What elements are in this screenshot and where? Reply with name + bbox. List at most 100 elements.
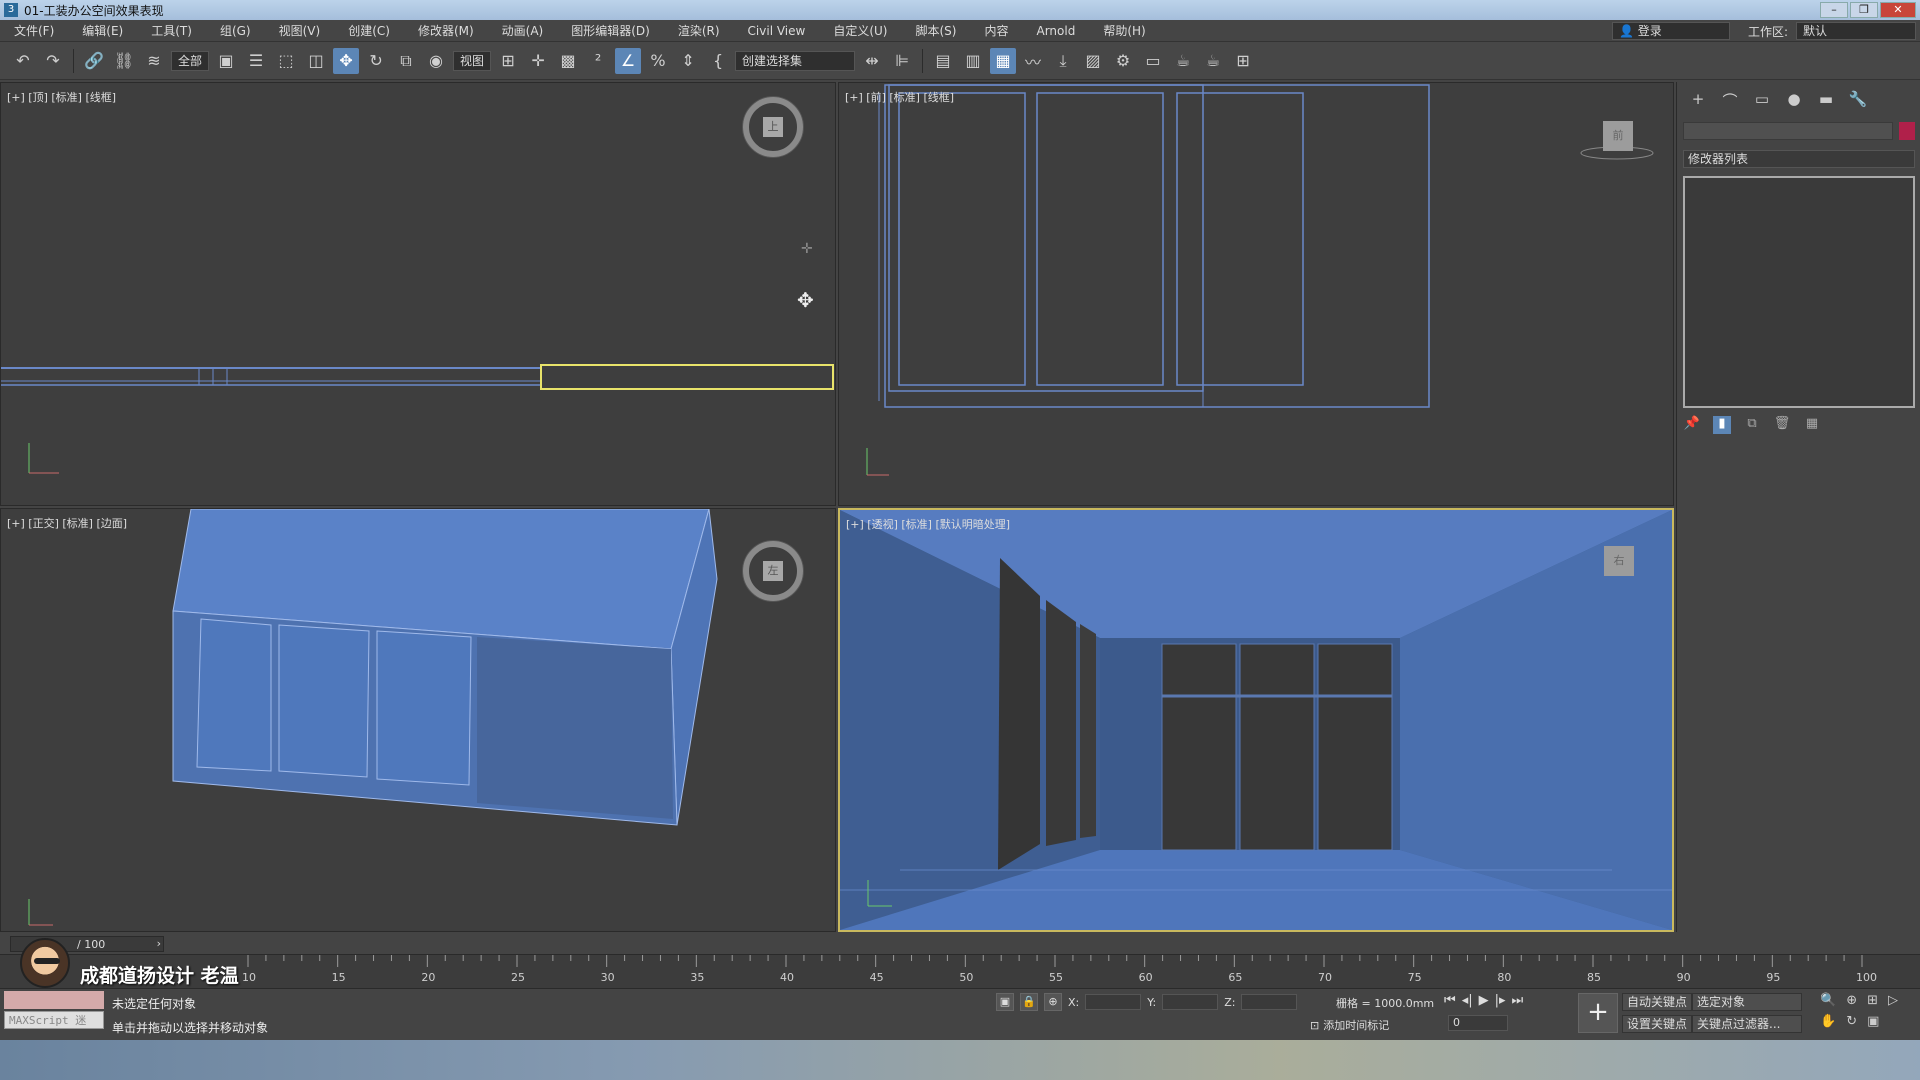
modifier-list-dropdown[interactable]: 修改器列表	[1683, 150, 1915, 168]
key-filters-button[interactable]: 关键点过滤器...	[1692, 1015, 1802, 1033]
keyboard-shortcut-icon[interactable]: ▩	[555, 48, 581, 74]
viewport-label[interactable]: [+] [前] [标准] [线框]	[845, 89, 954, 105]
go-to-end-icon[interactable]: ⏭	[1512, 993, 1524, 1008]
make-unique-icon[interactable]: ⧉	[1743, 416, 1761, 434]
isolate-selection-icon[interactable]: ▣	[996, 993, 1014, 1011]
scale-icon[interactable]: ⧉	[393, 48, 419, 74]
unlink-icon[interactable]: ⛓	[111, 48, 137, 74]
maxscript-listener-output[interactable]	[4, 991, 104, 1009]
lock-selection-icon[interactable]: 🔒	[1020, 993, 1038, 1011]
placement-icon[interactable]: ◉	[423, 48, 449, 74]
orbit-icon[interactable]: ↻	[1846, 1014, 1857, 1029]
viewcube-face[interactable]: 上	[763, 117, 783, 137]
next-frame-icon[interactable]: |▸	[1495, 993, 1506, 1008]
menu-create[interactable]: 创建(C)	[334, 22, 404, 39]
set-key-big-button[interactable]: +	[1578, 993, 1618, 1033]
select-by-name-icon[interactable]: ☰	[243, 48, 269, 74]
percent-snap-icon[interactable]: %	[645, 48, 671, 74]
configure-sets-icon[interactable]: ▦	[1803, 416, 1821, 434]
render-frame-icon[interactable]: ▭	[1140, 48, 1166, 74]
align-icon[interactable]: ⊫	[889, 48, 915, 74]
dope-sheet-icon[interactable]: ⤓	[1050, 48, 1076, 74]
z-coordinate-field[interactable]	[1241, 994, 1298, 1010]
zoom-all-icon[interactable]: ⊕	[1846, 993, 1857, 1008]
maxscript-mini-listener[interactable]: MAXScript 迷	[4, 1011, 104, 1029]
viewport-label[interactable]: [+] [透视] [标准] [默认明暗处理]	[846, 516, 1010, 532]
menu-file[interactable]: 文件(F)	[0, 22, 68, 39]
render-icon[interactable]: ☕	[1170, 48, 1196, 74]
menu-scripting[interactable]: 脚本(S)	[901, 22, 970, 39]
motion-tab-icon[interactable]: ●	[1783, 90, 1805, 110]
menu-tools[interactable]: 工具(T)	[137, 22, 206, 39]
previous-frame-icon[interactable]: ◂|	[1462, 993, 1473, 1008]
modify-tab-icon[interactable]: ⌒	[1719, 90, 1741, 110]
close-button[interactable]: ✕	[1880, 2, 1916, 18]
set-key-button[interactable]: 设置关键点	[1622, 1015, 1693, 1033]
manipulate-icon[interactable]: ✛	[525, 48, 551, 74]
snap-icon[interactable]: ²	[585, 48, 611, 74]
absolute-mode-icon[interactable]: ⊕	[1044, 993, 1062, 1011]
maximize-viewport-icon[interactable]: ▣	[1867, 1014, 1879, 1029]
y-coordinate-field[interactable]	[1162, 994, 1219, 1010]
display-tab-icon[interactable]: ▬	[1815, 90, 1837, 110]
viewport-label[interactable]: [+] [正交] [标准] [边面]	[7, 515, 127, 531]
arnold-icon[interactable]: ⊞	[1230, 48, 1256, 74]
edit-named-sets-icon[interactable]: {	[705, 48, 731, 74]
utilities-tab-icon[interactable]: 🔧	[1847, 90, 1869, 110]
workspace-dropdown[interactable]: 默认	[1796, 22, 1916, 40]
spinner-snap-icon[interactable]: ⇕	[675, 48, 701, 74]
rotate-icon[interactable]: ↻	[363, 48, 389, 74]
key-mode-dropdown[interactable]: 选定对象	[1692, 993, 1802, 1011]
time-tag[interactable]: ⊡ 添加时间标记	[1310, 1017, 1389, 1033]
menu-edit[interactable]: 编辑(E)	[68, 22, 137, 39]
menu-animation[interactable]: 动画(A)	[488, 22, 558, 39]
track-bar[interactable]: 10 15 20 25 30 35 40 45 50 55 60 65 70 75 80 85 90 95 100	[0, 954, 1920, 988]
link-icon[interactable]: 🔗	[81, 48, 107, 74]
menu-group[interactable]: 组(G)	[206, 22, 265, 39]
angle-snap-icon[interactable]: ∠	[615, 47, 642, 74]
mirror-icon[interactable]: ⇹	[859, 48, 885, 74]
viewcube[interactable]: 左	[743, 541, 803, 601]
redo-icon[interactable]: ↷	[40, 48, 66, 74]
menu-content[interactable]: 内容	[970, 22, 1022, 39]
viewcube-face[interactable]: 右	[1604, 546, 1634, 576]
material-editor-icon[interactable]: ▨	[1080, 48, 1106, 74]
viewport-label[interactable]: [+] [顶] [标准] [线框]	[7, 89, 116, 105]
menu-modifiers[interactable]: 修改器(M)	[404, 22, 488, 39]
bind-spacewarp-icon[interactable]: ≋	[141, 48, 167, 74]
show-end-result-icon[interactable]: ▮	[1713, 416, 1731, 434]
viewcube-face[interactable]: 前	[1603, 121, 1633, 151]
restore-button[interactable]: ❐	[1850, 2, 1878, 18]
ribbon-icon[interactable]: ▥	[960, 48, 986, 74]
viewcube[interactable]: 上	[743, 97, 803, 157]
hierarchy-tab-icon[interactable]: ▭	[1751, 90, 1773, 110]
pan-icon[interactable]: ✋	[1820, 1014, 1836, 1029]
object-color-swatch[interactable]	[1899, 122, 1915, 140]
render-setup-icon[interactable]: ⚙	[1110, 48, 1136, 74]
layer-icon[interactable]: ▤	[930, 48, 956, 74]
viewport-top[interactable]: [+] [顶] [标准] [线框] ✛ ✥ 上	[0, 82, 836, 506]
login-dropdown[interactable]: 👤 登录	[1612, 22, 1730, 40]
pivot-icon[interactable]: ⊞	[495, 48, 521, 74]
minimize-button[interactable]: –	[1820, 2, 1848, 18]
scene-explorer-icon[interactable]: ▦	[990, 47, 1017, 74]
menu-civil-view[interactable]: Civil View	[734, 24, 820, 38]
select-object-icon[interactable]: ▣	[213, 48, 239, 74]
render-active-icon[interactable]: ☕	[1200, 48, 1226, 74]
zoom-icon[interactable]: 🔍	[1820, 993, 1836, 1008]
menu-arnold[interactable]: Arnold	[1022, 24, 1089, 38]
object-name-field[interactable]	[1683, 122, 1893, 140]
create-tab-icon[interactable]: +	[1687, 90, 1709, 110]
selection-filter-dropdown[interactable]: 全部	[171, 50, 210, 71]
viewcube-face[interactable]: 左	[763, 561, 783, 581]
viewport-perspective[interactable]: [+] [透视] [标准] [默认明暗处理] 右	[838, 508, 1674, 932]
x-coordinate-field[interactable]	[1085, 994, 1142, 1010]
go-to-start-icon[interactable]: ⏮	[1444, 993, 1456, 1008]
viewport-ortho[interactable]: [+] [正交] [标准] [边面] 左	[0, 508, 836, 932]
menu-customize[interactable]: 自定义(U)	[819, 22, 901, 39]
window-crossing-icon[interactable]: ◫	[303, 48, 329, 74]
menu-rendering[interactable]: 渲染(R)	[664, 22, 734, 39]
named-selection-dropdown[interactable]: 创建选择集	[735, 50, 856, 71]
menu-view[interactable]: 视图(V)	[265, 22, 335, 39]
rect-region-icon[interactable]: ⬚	[273, 48, 299, 74]
